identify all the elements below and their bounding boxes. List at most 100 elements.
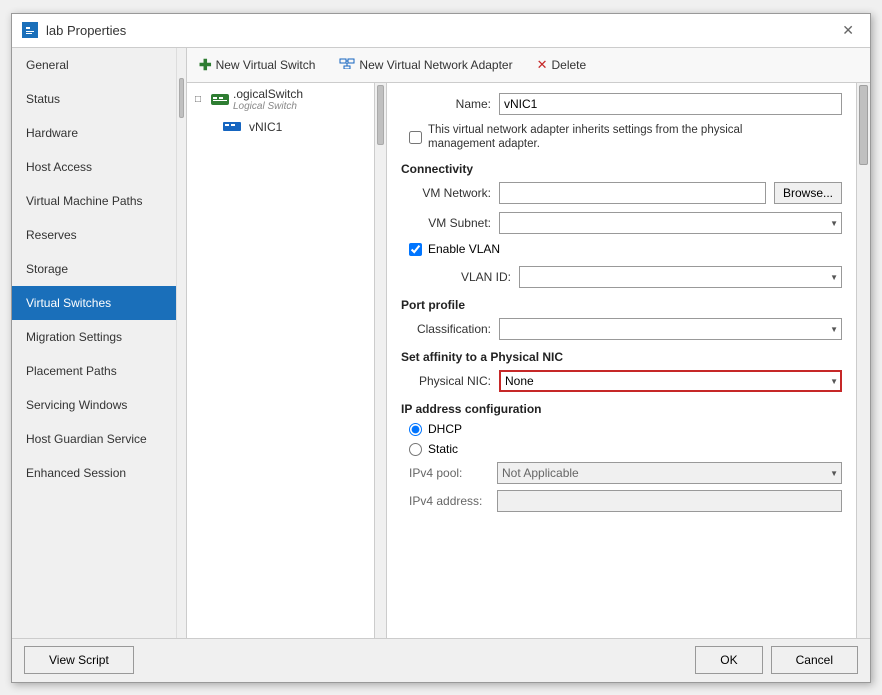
physical-nic-select[interactable]: None (499, 370, 842, 392)
title-bar-left: lab Properties (22, 22, 126, 38)
vm-subnet-label: VM Subnet: (401, 216, 491, 230)
vm-subnet-row: VM Subnet: (401, 212, 842, 234)
ipv4-pool-select[interactable]: Not Applicable (497, 462, 842, 484)
enable-vlan-checkbox[interactable] (409, 243, 422, 256)
detail-area: Name: This virtual network adapter inher… (387, 83, 870, 638)
ipv4-address-input[interactable] (497, 490, 842, 512)
app-icon (22, 22, 38, 38)
dhcp-radio[interactable] (409, 423, 422, 436)
view-script-button[interactable]: View Script (24, 646, 134, 674)
name-row: Name: (401, 93, 842, 115)
dhcp-row: DHCP (401, 422, 842, 436)
delete-label: Delete (552, 58, 587, 72)
physical-nic-label: Physical NIC: (401, 374, 491, 388)
sidebar-item-reserves[interactable]: Reserves (12, 218, 176, 252)
sidebar-item-migration-settings[interactable]: Migration Settings (12, 320, 176, 354)
ipv4-pool-row: IPv4 pool: Not Applicable (401, 462, 842, 484)
sidebar-scrollbar[interactable] (176, 48, 186, 638)
static-label: Static (428, 442, 458, 456)
network-icon (339, 57, 355, 72)
detail-scrollbar[interactable] (856, 83, 870, 638)
split-pane: □ .ogicalSwitch (187, 83, 870, 638)
sidebar-item-host-access[interactable]: Host Access (12, 150, 176, 184)
logical-switch-name: .ogicalSwitch (233, 87, 303, 101)
switch-icon (211, 93, 229, 106)
vlan-id-select[interactable] (519, 266, 842, 288)
sidebar-item-servicing-windows[interactable]: Servicing Windows (12, 388, 176, 422)
vlan-id-wrapper (519, 266, 842, 288)
tree-scrollbar[interactable] (374, 83, 386, 638)
vm-network-input[interactable] (499, 182, 766, 204)
tree-scrollbar-thumb (377, 85, 384, 145)
vm-network-row: VM Network: Browse... (401, 182, 842, 204)
vlan-id-row: VLAN ID: (401, 266, 842, 288)
ipv4-address-label: IPv4 address: (409, 494, 489, 508)
static-radio[interactable] (409, 443, 422, 456)
classification-wrapper (499, 318, 842, 340)
cancel-button[interactable]: Cancel (771, 646, 858, 674)
ok-button[interactable]: OK (695, 646, 762, 674)
plus-icon: ✚ (199, 56, 212, 74)
tree-item-logical-switch[interactable]: □ .ogicalSwitch (187, 83, 374, 116)
tree-panel: □ .ogicalSwitch (187, 83, 387, 638)
sidebar-item-storage[interactable]: Storage (12, 252, 176, 286)
inherit-checkbox[interactable] (409, 131, 422, 144)
vnic1-label: vNIC1 (249, 120, 282, 134)
right-panel: ✚ New Virtual Switch New Virtual Networ (187, 48, 870, 638)
delete-icon: ✕ (537, 57, 548, 73)
sidebar-item-placement-paths[interactable]: Placement Paths (12, 354, 176, 388)
vm-subnet-wrapper (499, 212, 842, 234)
vm-network-label: VM Network: (401, 186, 491, 200)
sidebar-item-virtual-machine-paths[interactable]: Virtual Machine Paths (12, 184, 176, 218)
inherit-label: This virtual network adapter inherits se… (428, 123, 778, 153)
delete-button[interactable]: ✕ Delete (533, 55, 591, 75)
title-bar: lab Properties ✕ (12, 14, 870, 48)
window-title: lab Properties (46, 23, 126, 38)
footer-right: OK Cancel (695, 646, 858, 674)
sidebar-item-enhanced-session[interactable]: Enhanced Session (12, 456, 176, 490)
detail-panel: Name: This virtual network adapter inher… (387, 83, 856, 638)
footer: View Script OK Cancel (12, 638, 870, 682)
new-network-adapter-label: New Virtual Network Adapter (359, 58, 512, 72)
name-input[interactable] (499, 93, 842, 115)
sidebar-item-general[interactable]: General (12, 48, 176, 82)
expand-icon[interactable]: □ (195, 94, 207, 105)
ipv4-pool-label: IPv4 pool: (409, 466, 489, 480)
browse-button[interactable]: Browse... (774, 182, 842, 204)
close-button[interactable]: ✕ (836, 20, 860, 41)
affinity-title: Set affinity to a Physical NIC (401, 350, 842, 364)
sidebar-item-virtual-switches[interactable]: Virtual Switches (12, 286, 176, 320)
logical-switch-sublabel: Logical Switch (233, 101, 303, 112)
ip-config-title: IP address configuration (401, 402, 842, 416)
sidebar-item-status[interactable]: Status (12, 82, 176, 116)
classification-row: Classification: (401, 318, 842, 340)
tree-scroll-area: □ .ogicalSwitch (187, 83, 374, 638)
port-profile-title: Port profile (401, 298, 842, 312)
sidebar: General Status Hardware Host Access Virt… (12, 48, 187, 638)
tree-item-vnic1[interactable]: vNIC1 (187, 116, 374, 138)
main-window: lab Properties ✕ General Status Hardware… (11, 13, 871, 683)
sidebar-item-hardware[interactable]: Hardware (12, 116, 176, 150)
dhcp-label: DHCP (428, 422, 462, 436)
enable-vlan-label: Enable VLAN (428, 242, 500, 256)
logical-switch-labels: .ogicalSwitch Logical Switch (233, 87, 303, 112)
connectivity-title: Connectivity (401, 162, 842, 176)
physical-nic-row: Physical NIC: None (401, 370, 842, 392)
vm-subnet-select[interactable] (499, 212, 842, 234)
static-row: Static (401, 442, 842, 456)
classification-label: Classification: (401, 322, 491, 336)
detail-scrollbar-thumb (859, 85, 868, 165)
toolbar: ✚ New Virtual Switch New Virtual Networ (187, 48, 870, 83)
vnic-icon (223, 120, 241, 133)
inherit-row: This virtual network adapter inherits se… (401, 123, 842, 153)
classification-select[interactable] (499, 318, 842, 340)
new-network-adapter-button[interactable]: New Virtual Network Adapter (335, 55, 516, 74)
sidebar-list: General Status Hardware Host Access Virt… (12, 48, 176, 638)
sidebar-item-host-guardian-service[interactable]: Host Guardian Service (12, 422, 176, 456)
enable-vlan-row: Enable VLAN (401, 242, 842, 256)
new-virtual-switch-button[interactable]: ✚ New Virtual Switch (195, 54, 319, 76)
vlan-id-label: VLAN ID: (421, 270, 511, 284)
new-virtual-switch-label: New Virtual Switch (216, 58, 316, 72)
name-label: Name: (401, 97, 491, 111)
main-content: General Status Hardware Host Access Virt… (12, 48, 870, 638)
